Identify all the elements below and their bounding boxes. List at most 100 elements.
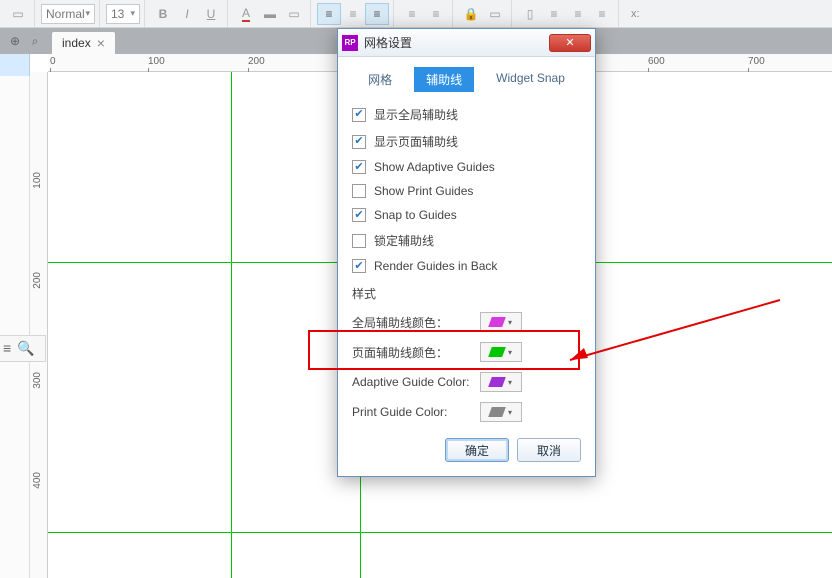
global-guide-color-row: 全局辅助线颜色： ▾	[352, 312, 581, 332]
show-page-guides-row[interactable]: 显示页面辅助线	[352, 133, 581, 150]
checkbox-icon[interactable]	[352, 184, 366, 198]
add-page-icon[interactable]: ⊕	[6, 32, 24, 50]
ruler-tick: 300	[32, 372, 43, 389]
print-guide-color-swatch[interactable]: ▾	[480, 402, 522, 422]
adaptive-guide-color-swatch[interactable]: ▾	[480, 372, 522, 392]
lock-button[interactable]: 🔒	[459, 3, 483, 25]
cancel-button[interactable]: 取消	[517, 438, 581, 462]
group-button[interactable]: ▭	[483, 3, 507, 25]
ruler-tick: 400	[32, 472, 43, 489]
ruler-tick: 700	[748, 56, 765, 67]
checkbox-icon[interactable]	[352, 135, 366, 149]
style-select[interactable]: Normal▾	[41, 4, 95, 24]
checkbox-icon[interactable]	[352, 234, 366, 248]
tab-widget-snap[interactable]: Widget Snap	[484, 67, 577, 92]
tab-label: index	[62, 36, 91, 50]
tab-grid[interactable]: 网格	[356, 67, 404, 92]
ruler-vertical[interactable]: 100 200 300 400	[30, 72, 48, 578]
chevron-down-icon: ▾	[508, 378, 512, 387]
align-right-button[interactable]: ≡	[365, 3, 389, 25]
show-global-guides-row[interactable]: 显示全局辅助线	[352, 106, 581, 123]
page-indicator	[0, 54, 30, 76]
style-select-value: Normal	[46, 7, 85, 21]
pen-icon	[488, 317, 506, 327]
ruler-tick: 200	[248, 56, 265, 67]
font-size-value: 13	[111, 7, 124, 21]
check-label: Show Print Guides	[374, 184, 473, 198]
chevron-down-icon: ▾	[508, 408, 512, 417]
align-objects-button[interactable]: ▯	[518, 3, 542, 25]
order-button[interactable]: ≡	[566, 3, 590, 25]
dialog-titlebar[interactable]: RP 网格设置 ✕	[338, 29, 595, 57]
checkbox-icon[interactable]	[352, 208, 366, 222]
guide-line-horizontal[interactable]	[48, 532, 832, 533]
checkbox-icon[interactable]	[352, 160, 366, 174]
ruler-tick: 600	[648, 56, 665, 67]
color-label: 全局辅助线颜色：	[352, 314, 472, 331]
pen-icon	[488, 407, 506, 417]
check-label: 显示页面辅助线	[374, 133, 458, 150]
left-gutter	[0, 54, 30, 578]
annotation-highlight	[308, 330, 580, 370]
app-logo-icon: RP	[342, 35, 358, 51]
dialog-buttons: 确定 取消	[352, 438, 581, 462]
chevron-down-icon: ▾	[85, 8, 90, 19]
italic-button[interactable]: I	[175, 3, 199, 25]
distribute-button[interactable]: ≡	[542, 3, 566, 25]
x-coord-label: x:	[625, 8, 646, 20]
color-label: Print Guide Color:	[352, 405, 472, 419]
format-toolbar: ▭ Normal▾ 13▾ B I U A ▬ ▭ ≡ ≡ ≡ ≡ ≡ 🔒 ▭ …	[0, 0, 832, 28]
ruler-tick: 0	[50, 56, 56, 67]
style-section-label: 样式	[352, 285, 581, 302]
menu-icon[interactable]: ≡	[3, 340, 11, 357]
render-guides-back-row[interactable]: Render Guides in Back	[352, 259, 581, 273]
ok-button[interactable]: 确定	[445, 438, 509, 462]
close-icon[interactable]: ×	[97, 35, 105, 51]
color-label: Adaptive Guide Color:	[352, 375, 472, 389]
ruler-tick: 100	[32, 172, 43, 189]
lock-guides-row[interactable]: 锁定辅助线	[352, 232, 581, 249]
align-center-button[interactable]: ≡	[341, 3, 365, 25]
valign-top-button[interactable]: ≡	[400, 3, 424, 25]
chevron-down-icon: ▾	[130, 8, 135, 19]
show-print-guides-row[interactable]: Show Print Guides	[352, 184, 581, 198]
show-adaptive-guides-row[interactable]: Show Adaptive Guides	[352, 160, 581, 174]
check-label: Render Guides in Back	[374, 259, 497, 273]
dialog-title: 网格设置	[364, 34, 412, 51]
check-label: 显示全局辅助线	[374, 106, 458, 123]
adaptive-guide-color-row: Adaptive Guide Color: ▾	[352, 372, 581, 392]
search-icon[interactable]: 🔍	[17, 340, 34, 357]
snap-to-guides-row[interactable]: Snap to Guides	[352, 208, 581, 222]
search-pages-icon[interactable]: ⌕	[26, 32, 44, 50]
print-guide-color-row: Print Guide Color: ▾	[352, 402, 581, 422]
dialog-body: 网格 辅助线 Widget Snap 显示全局辅助线 显示页面辅助线 Show …	[338, 57, 595, 476]
tab-index[interactable]: index ×	[52, 32, 115, 54]
chevron-down-icon: ▾	[508, 318, 512, 327]
tab-guides[interactable]: 辅助线	[414, 67, 474, 92]
check-label: Show Adaptive Guides	[374, 160, 495, 174]
check-label: 锁定辅助线	[374, 232, 434, 249]
global-guide-color-swatch[interactable]: ▾	[480, 312, 522, 332]
pen-icon	[488, 377, 506, 387]
grid-settings-dialog: RP 网格设置 ✕ 网格 辅助线 Widget Snap 显示全局辅助线 显示页…	[337, 28, 596, 477]
ruler-tick: 100	[148, 56, 165, 67]
checkbox-icon[interactable]	[352, 259, 366, 273]
text-color-button[interactable]: A	[234, 3, 258, 25]
check-label: Snap to Guides	[374, 208, 457, 222]
underline-button[interactable]: U	[199, 3, 223, 25]
bold-button[interactable]: B	[151, 3, 175, 25]
dialog-tabs: 网格 辅助线 Widget Snap	[352, 67, 581, 92]
close-button[interactable]: ✕	[549, 34, 591, 52]
tool-button[interactable]: ▭	[6, 3, 30, 25]
align-left-button[interactable]: ≡	[317, 3, 341, 25]
side-dock: ≡ 🔍	[0, 335, 46, 362]
guide-line-vertical[interactable]	[231, 72, 232, 578]
fill-color-button[interactable]: ▬	[258, 3, 282, 25]
ruler-tick: 200	[32, 272, 43, 289]
valign-mid-button[interactable]: ≡	[424, 3, 448, 25]
checkbox-icon[interactable]	[352, 108, 366, 122]
more-button[interactable]: ≡	[590, 3, 614, 25]
border-color-button[interactable]: ▭	[282, 3, 306, 25]
font-size-select[interactable]: 13 ▾	[106, 4, 140, 24]
annotation-arrow	[560, 300, 790, 400]
